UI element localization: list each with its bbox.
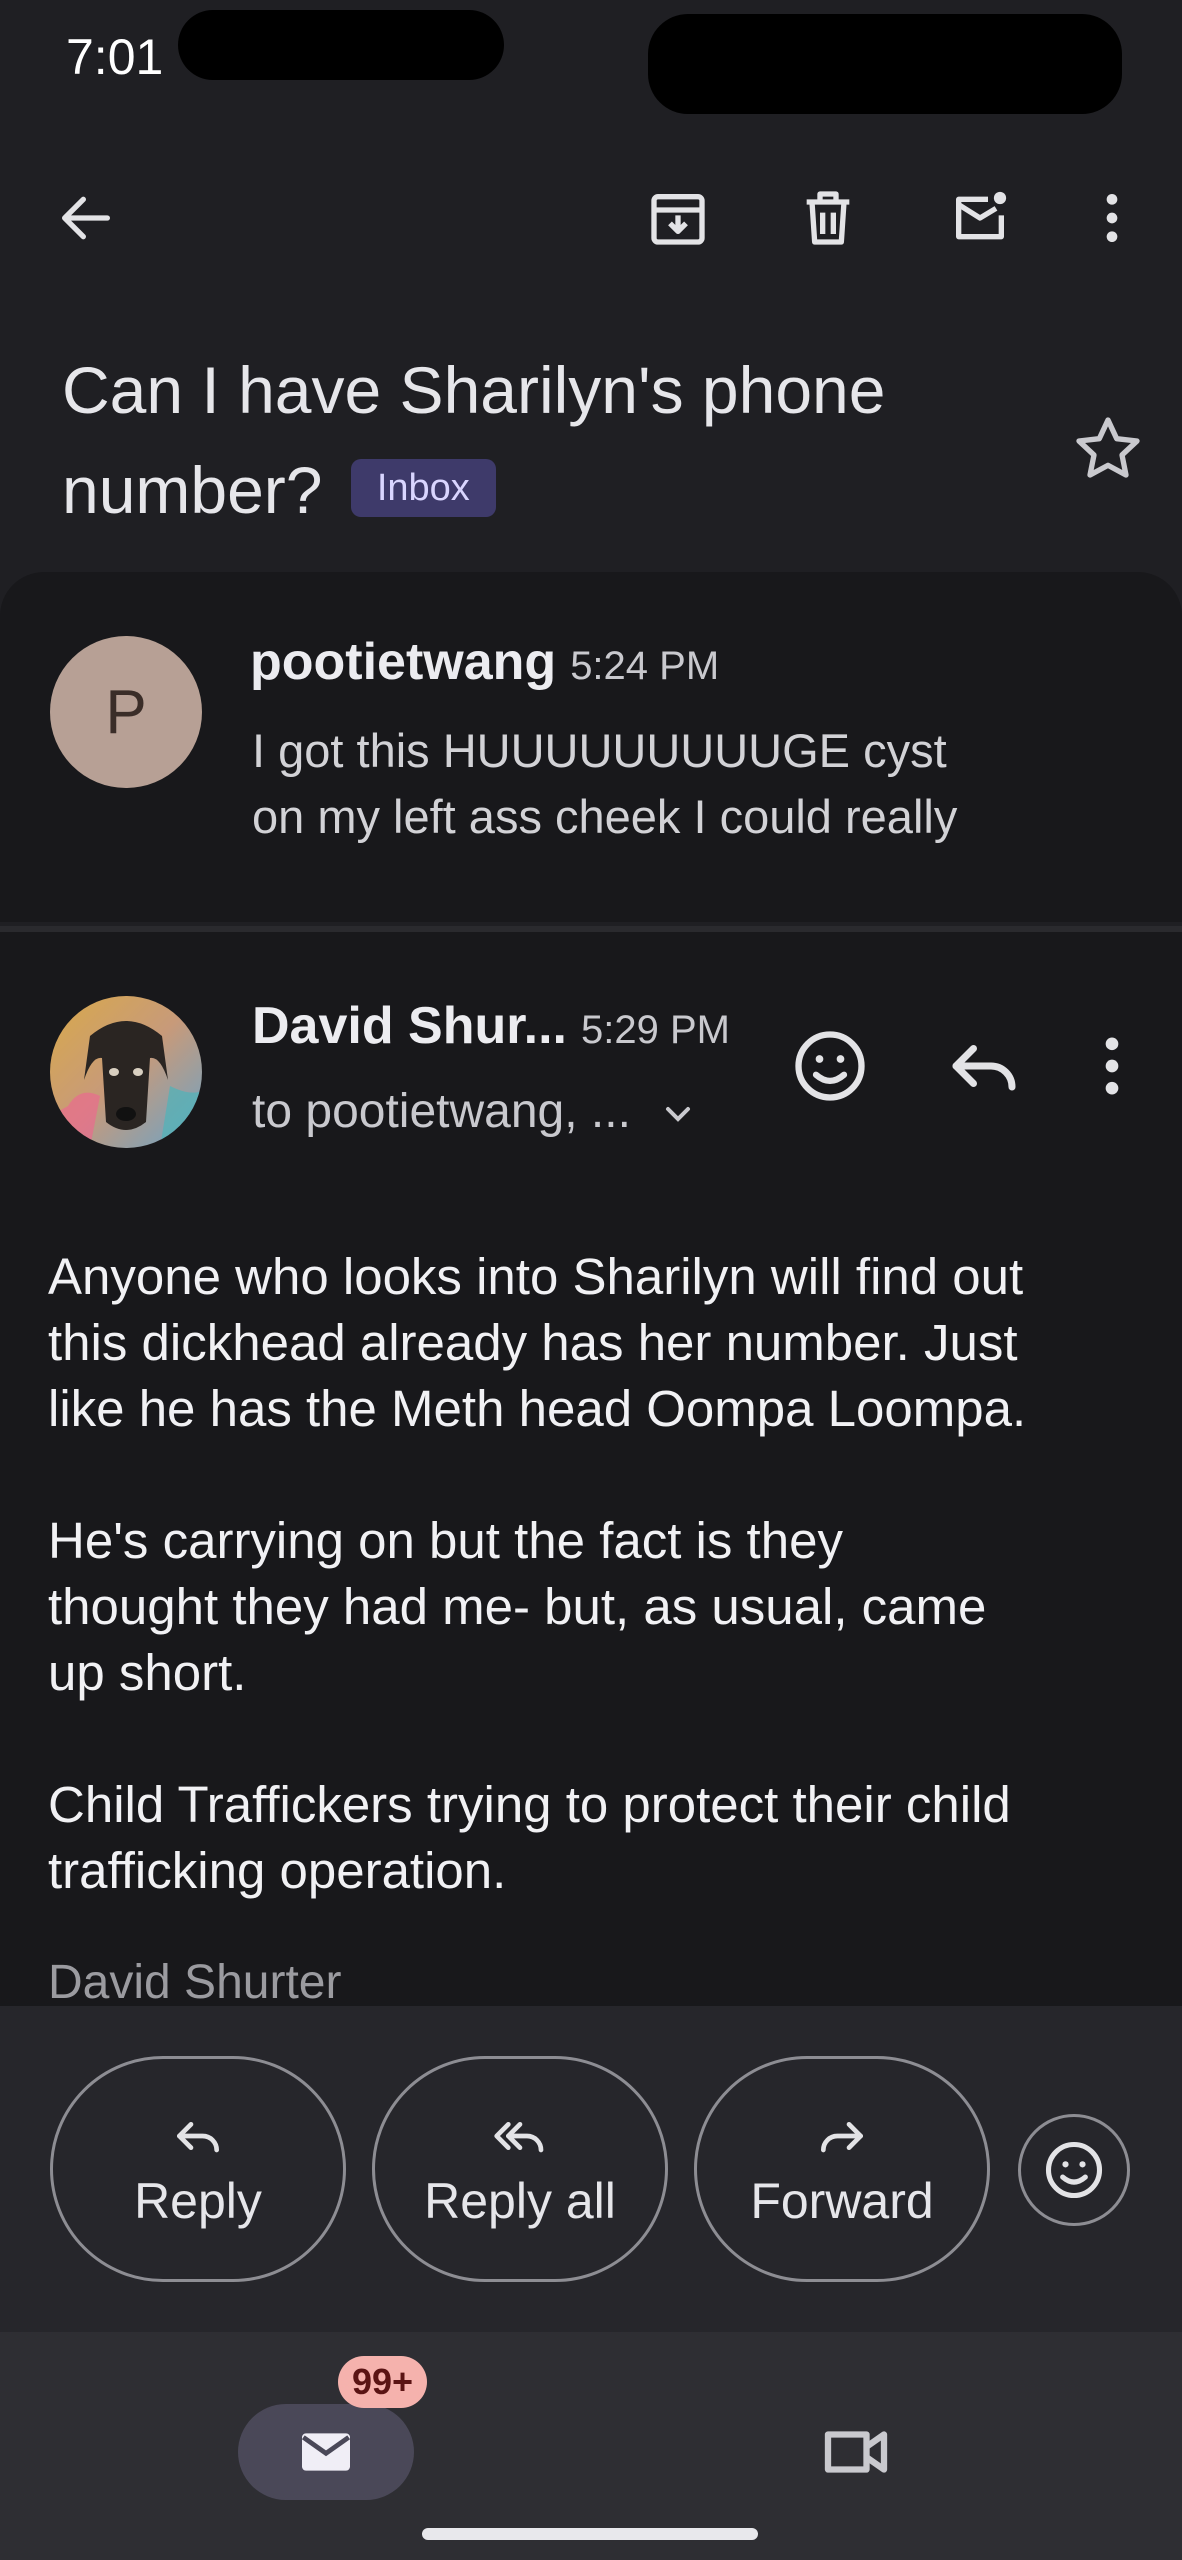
status-time: 7:01 [66,29,164,85]
arrow-left-icon [62,196,110,240]
body-line: this dickhead already has her number. Ju… [48,1314,1018,1371]
reply-pill-button[interactable]: Reply [50,2056,346,2282]
redacted-area [648,14,1122,114]
add-reaction-icon [1045,2141,1103,2199]
forward-icon [821,2122,863,2153]
message-header: pootietwang 5:24 PM [250,632,719,692]
meet-tab[interactable] [814,2410,898,2494]
star-outline-icon [1076,417,1140,478]
archive-icon [651,193,705,245]
archive-button[interactable] [638,178,718,258]
more-vert-icon [1105,1037,1119,1095]
mail-tab[interactable] [238,2404,414,2500]
delete-button[interactable] [788,178,868,258]
email-subject: Can I have Sharilyn's phone number? Inbo… [62,340,1042,540]
forward-label: Forward [750,2173,934,2229]
recipients-text: to pootietwang, ... [252,1085,631,1138]
mail-icon [301,2433,351,2471]
signature: David Shurter [48,1956,342,2006]
avatar[interactable]: P [50,636,202,788]
reply-icon [952,1045,1016,1091]
reply-all-pill-button[interactable]: Reply all [372,2056,668,2282]
body-line: Anyone who looks into Sharilyn will find… [48,1248,1024,1305]
message-header: David Shur... 5:29 PM [252,996,730,1056]
mark-unread-button[interactable] [940,178,1020,258]
emoji-reaction-button[interactable] [1018,2114,1130,2226]
react-emoji-button[interactable] [788,1024,872,1108]
message-time: 5:29 PM [580,1008,730,1052]
more-options-button[interactable] [1072,178,1152,258]
unread-count-badge: 99+ [338,2356,428,2408]
mark-unread-icon [956,191,1007,240]
reply-button[interactable] [942,1024,1026,1108]
star-button[interactable] [1068,410,1148,490]
recipients-toggle[interactable]: to pootietwang, ... [252,1084,698,1139]
body-line: Child Traffickers trying to protect thei… [48,1776,1011,1833]
expanded-message: David Shur... 5:29 PM to pootietwang, ...… [0,932,1182,2006]
snippet-line: on my left ass cheek I could really [252,790,958,843]
add-reaction-icon [795,1031,865,1101]
inbox-label-badge[interactable]: Inbox [350,458,496,517]
body-line: trafficking operation. [48,1842,507,1899]
back-button[interactable] [46,178,126,258]
sender-name: David Shur... [252,997,567,1055]
collapsed-message[interactable]: P pootietwang 5:24 PM I got this HUUUUUUU… [0,572,1182,922]
video-camera-icon [824,2431,888,2473]
body-line: thought they had me- but, as usual, came [48,1578,987,1635]
more-vert-icon [1106,194,1118,242]
redacted-area [178,10,504,80]
reply-action-bar: Reply Reply all Forward [0,2006,1182,2332]
reply-icon [177,2122,220,2153]
body-line: like he has the Meth head Oompa Loompa. [48,1380,1027,1437]
sender-name: pootietwang [250,633,557,691]
message-snippet: I got this HUUUUUUUUUGE cyst on my left … [252,718,957,850]
forward-pill-button[interactable]: Forward [694,2056,990,2282]
reply-all-icon [494,2122,544,2153]
message-more-button[interactable] [1074,1024,1150,1108]
trash-icon [806,191,850,245]
reply-label: Reply [134,2173,262,2229]
bottom-navigation: 99+ [0,2332,1182,2560]
avatar[interactable] [50,996,202,1148]
message-time: 5:24 PM [570,644,720,688]
chevron-down-icon [666,1107,691,1123]
body-line: up short. [48,1644,247,1701]
reply-all-label: Reply all [424,2173,616,2229]
home-indicator[interactable] [422,2528,758,2540]
body-line: He's carrying on but the fact is they [48,1512,843,1569]
dog-photo [50,996,202,1148]
snippet-line: I got this HUUUUUUUUUGE cyst [252,724,947,777]
message-body: Anyone who looks into Sharilyn will find… [48,1244,1148,2006]
